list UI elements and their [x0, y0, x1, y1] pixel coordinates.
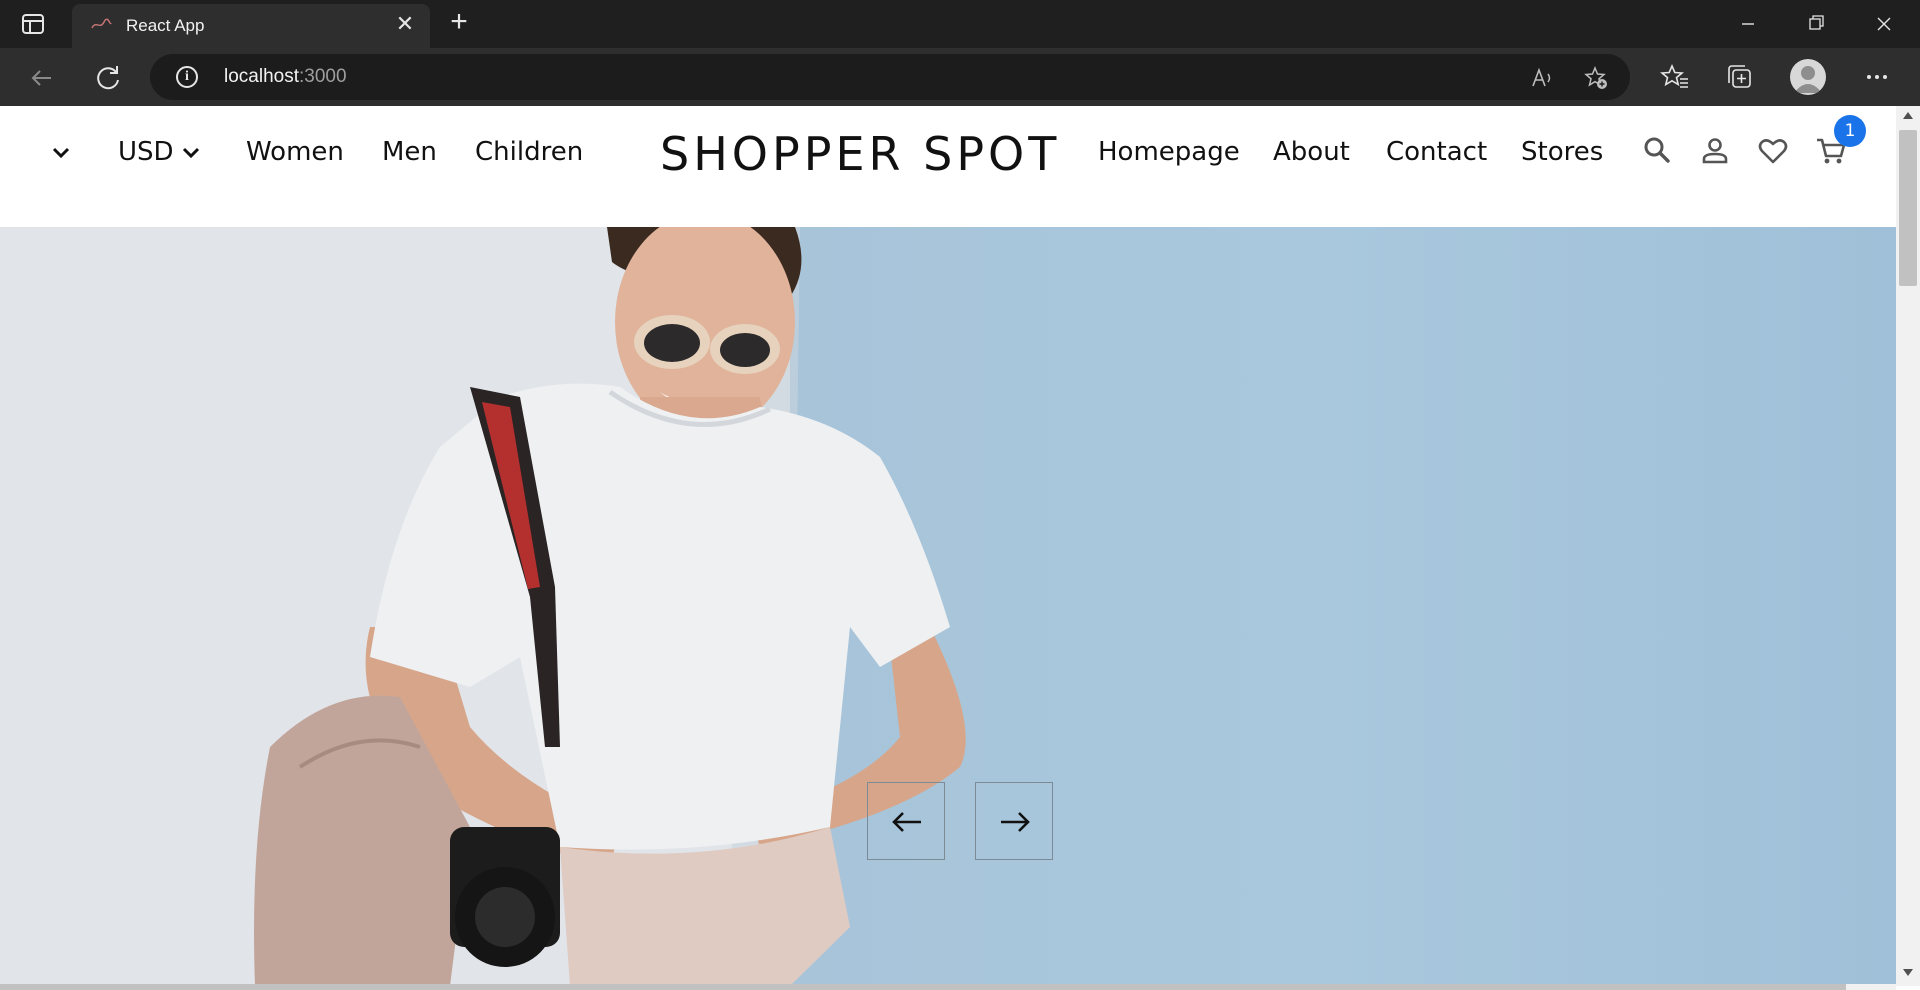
browser-tab-bar: React App ✕ +: [0, 0, 1920, 48]
back-icon[interactable]: [22, 58, 62, 98]
new-tab-button[interactable]: +: [444, 7, 474, 38]
currency-chevron-icon[interactable]: [178, 140, 204, 166]
nav-link-contact[interactable]: Contact: [1386, 135, 1487, 169]
address-bar[interactable]: i localhost:3000: [150, 54, 1630, 100]
browser-tab[interactable]: React App ✕: [72, 4, 430, 48]
info-icon[interactable]: i: [176, 66, 198, 88]
cart-count-badge: 1: [1834, 115, 1866, 147]
favicon-icon: [91, 18, 112, 29]
more-icon[interactable]: [1862, 62, 1892, 92]
nav-link-men[interactable]: Men: [382, 135, 437, 169]
browser-toolbar: i localhost:3000: [0, 48, 1920, 106]
hero-slider: [0, 227, 1896, 986]
minimize-icon[interactable]: [1714, 0, 1782, 48]
site-logo[interactable]: SHOPPER SPOT: [660, 126, 1060, 182]
hero-photo: [0, 227, 966, 986]
scroll-down-icon[interactable]: [1903, 969, 1913, 976]
collections-icon[interactable]: [1724, 62, 1754, 92]
restore-icon[interactable]: [1782, 0, 1850, 48]
slider-prev-button[interactable]: [867, 782, 945, 860]
nav-link-children[interactable]: Children: [475, 135, 583, 169]
nav-link-about[interactable]: About: [1273, 135, 1350, 169]
heart-icon[interactable]: [1756, 134, 1790, 168]
scrollbar-thumb[interactable]: [1899, 130, 1917, 286]
vertical-scrollbar[interactable]: [1896, 106, 1920, 986]
tab-close-icon[interactable]: ✕: [394, 13, 416, 35]
reload-icon[interactable]: [88, 58, 128, 98]
nav-link-homepage[interactable]: Homepage: [1098, 135, 1240, 169]
tab-title: React App: [126, 16, 205, 35]
arrow-left-icon: [892, 812, 921, 832]
web-page: USD Women Men Children SHOPPER SPOT Home…: [0, 106, 1896, 986]
url-text[interactable]: localhost:3000: [224, 66, 347, 88]
user-icon[interactable]: [1698, 134, 1732, 168]
nav-link-stores[interactable]: Stores: [1521, 135, 1603, 169]
favorites-icon[interactable]: [1660, 62, 1690, 92]
slider-next-button[interactable]: [975, 782, 1053, 860]
language-chevron-icon[interactable]: [48, 140, 74, 166]
scroll-up-icon[interactable]: [1903, 112, 1913, 119]
currency-selector[interactable]: USD: [118, 135, 174, 169]
horizontal-scrollbar-thumb[interactable]: [0, 984, 1846, 990]
profile-icon[interactable]: [1790, 59, 1826, 95]
arrow-right-icon: [1001, 812, 1030, 832]
horizontal-scrollbar[interactable]: [0, 984, 1896, 990]
add-favorite-icon[interactable]: [1584, 66, 1608, 90]
sidebar-icon[interactable]: [22, 14, 44, 34]
nav-link-women[interactable]: Women: [246, 135, 344, 169]
site-navbar: USD Women Men Children SHOPPER SPOT Home…: [0, 106, 1896, 227]
read-aloud-icon[interactable]: [1530, 66, 1554, 90]
search-icon[interactable]: [1640, 134, 1674, 168]
close-icon[interactable]: [1850, 0, 1918, 48]
